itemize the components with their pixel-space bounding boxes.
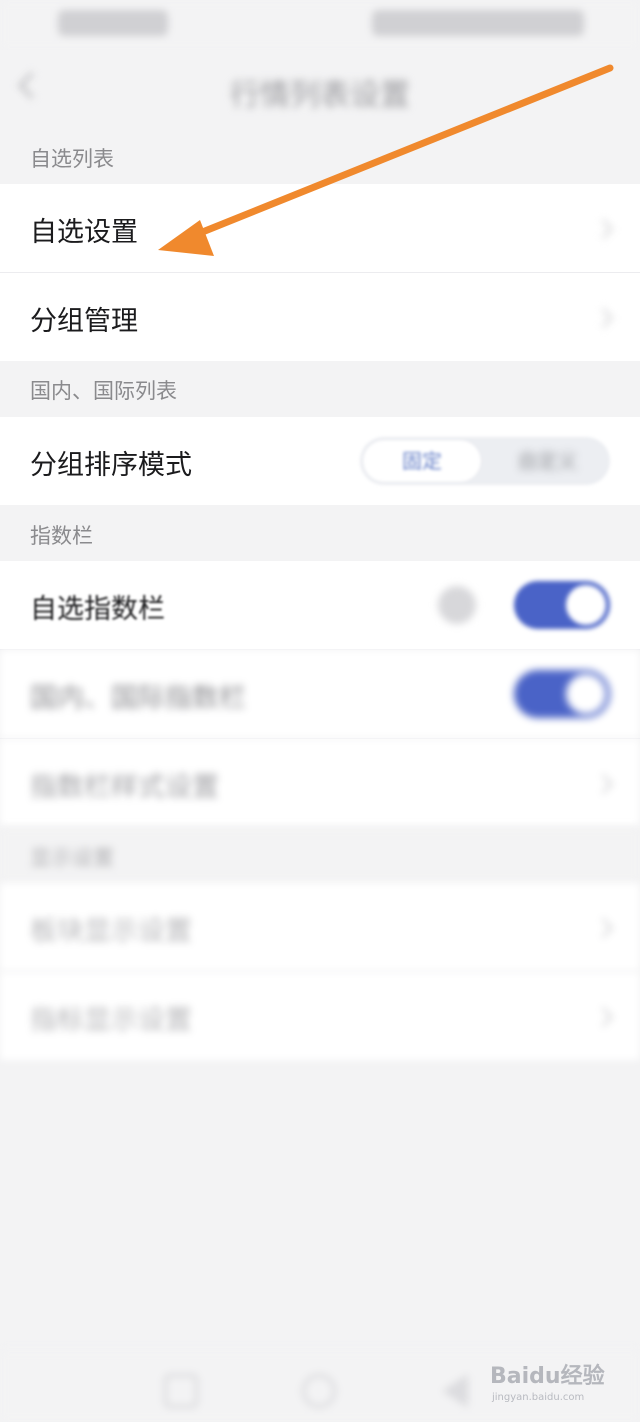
row-watchlist-settings[interactable]: 自选设置 <box>0 184 640 272</box>
chevron-right-icon <box>593 774 613 794</box>
section-header-display: 显示设置 <box>0 827 640 883</box>
section-header-domestic-intl: 国内、国际列表 <box>0 361 640 417</box>
status-time <box>58 10 168 36</box>
chevron-right-icon <box>593 308 613 328</box>
help-icon[interactable] <box>438 586 476 624</box>
row-label: 板块显示设置 <box>30 916 192 947</box>
row-label: 分组排序模式 <box>30 450 192 481</box>
sort-mode-segmented-control: 固定 自定义 <box>360 437 610 485</box>
row-group-management[interactable]: 分组管理 <box>0 273 640 361</box>
page-title: 行情列表设置 <box>230 78 410 113</box>
section-header-index-bar: 指数栏 <box>0 505 640 561</box>
section-header-watchlist: 自选列表 <box>0 128 640 184</box>
chevron-right-icon <box>593 1007 613 1027</box>
row-label: 指标显示设置 <box>30 1005 192 1036</box>
chevron-right-icon <box>593 219 613 239</box>
row-sector-display[interactable]: 板块显示设置 <box>0 883 640 971</box>
status-bar <box>0 0 640 50</box>
row-label: 自选设置 <box>30 217 138 248</box>
sort-option-custom[interactable]: 自定义 <box>485 437 610 485</box>
chevron-right-icon <box>593 918 613 938</box>
watermark-url: jingyan.baidu.com <box>492 1392 585 1403</box>
row-group-sort-mode: 分组排序模式 固定 自定义 <box>0 417 640 505</box>
status-icons <box>372 10 584 36</box>
sort-option-fixed[interactable]: 固定 <box>362 439 482 483</box>
recent-apps-icon[interactable] <box>164 1374 198 1408</box>
row-indicator-display[interactable]: 指标显示设置 <box>0 972 640 1060</box>
row-watchlist-index-bar: 自选指数栏 <box>0 561 640 649</box>
row-label: 分组管理 <box>30 306 138 337</box>
watermark-logo: Baidu经验 <box>490 1364 605 1389</box>
toggle-knob <box>566 674 606 714</box>
row-domestic-intl-index-bar: 国内、国际指数栏 <box>0 650 640 738</box>
toggle-knob <box>566 585 606 625</box>
row-label: 指数栏样式设置 <box>30 772 219 803</box>
back-triangle-icon[interactable] <box>442 1374 468 1408</box>
domestic-intl-index-bar-toggle[interactable] <box>514 670 610 718</box>
row-index-bar-style[interactable]: 指数栏样式设置 <box>0 739 640 827</box>
nav-bar: 行情列表设置 <box>0 50 640 128</box>
watchlist-index-bar-toggle[interactable] <box>514 581 610 629</box>
home-icon[interactable] <box>302 1374 336 1408</box>
row-label: 国内、国际指数栏 <box>30 683 246 714</box>
row-label: 自选指数栏 <box>30 594 165 625</box>
